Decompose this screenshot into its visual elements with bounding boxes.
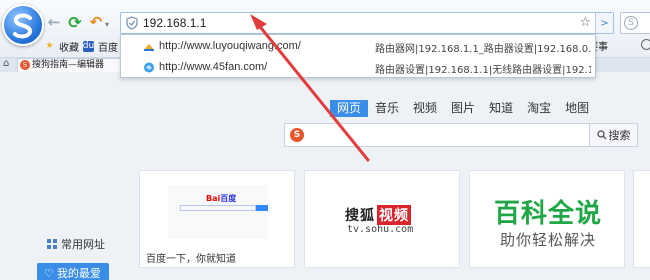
- my-favorites-button[interactable]: ♡ 我的最爱: [37, 263, 109, 280]
- baike-subtitle: 助你轻松解决: [499, 231, 596, 249]
- search-icon: [596, 130, 606, 140]
- star-icon: ★: [45, 41, 54, 51]
- page-search-input[interactable]: [309, 127, 579, 143]
- bookmark-favorites[interactable]: 收藏: [59, 39, 79, 54]
- tab-video[interactable]: 视频: [406, 100, 444, 117]
- grid-icon: [47, 239, 57, 249]
- search-engine-icon: S: [624, 16, 638, 30]
- sogou-favicon-icon: S: [20, 60, 30, 70]
- baidu-mini-search-button: [256, 205, 268, 211]
- tab-zhidao[interactable]: 知道: [482, 100, 520, 117]
- speed-dial-sohu-video[interactable]: 搜狐 视频 tv.sohu.com: [304, 170, 460, 268]
- baidu-icon: du: [82, 40, 95, 52]
- suggestion-title: 路由器设置|192.168.1.1|无线路由器设置|192.16...: [375, 65, 591, 76]
- sogou-browser-logo[interactable]: [2, 4, 44, 46]
- speed-dial-partial[interactable]: [633, 170, 650, 268]
- address-input[interactable]: [143, 15, 573, 31]
- sohu-logo: 搜狐 视频: [345, 205, 411, 225]
- suggestion-url: http://www.45fan.com/: [159, 61, 268, 73]
- undo-icon[interactable]: ↶: [88, 13, 104, 31]
- tab-taobao[interactable]: 淘宝: [520, 100, 558, 117]
- address-bar[interactable]: ☆ >: [120, 12, 614, 34]
- suggestion-item[interactable]: http://www.luyouqiwang.com/ 路由器网|192.168…: [121, 36, 595, 57]
- my-favorites-label: 我的最爱: [56, 267, 101, 280]
- tab-web[interactable]: 网页: [330, 100, 369, 117]
- go-chevron-icon[interactable]: >: [595, 13, 613, 33]
- baike-title: 百科全说: [493, 199, 602, 229]
- speed-dial-baidu[interactable]: Bai百度 百度一下，你就知道: [139, 170, 295, 268]
- tab-images[interactable]: 图片: [444, 100, 482, 117]
- baidu-thumbnail: Bai百度: [168, 185, 268, 239]
- suggestion-item[interactable]: http://www.45fan.com/ 路由器设置|192.168.1.1|…: [121, 57, 595, 78]
- globe-icon[interactable]: [641, 39, 650, 50]
- home-icon[interactable]: ⌂: [3, 59, 13, 69]
- tab-music[interactable]: 音乐: [368, 100, 406, 117]
- side-search-box[interactable]: S: [620, 12, 650, 34]
- bookmark-baidu[interactable]: 百度: [98, 39, 118, 54]
- tab-sogou-guide[interactable]: S 搜狗指南—编辑器: [17, 58, 127, 72]
- address-suggestions-dropdown: http://www.luyouqiwang.com/ 路由器网|192.168…: [120, 34, 596, 78]
- search-button[interactable]: 搜索: [590, 123, 638, 147]
- suggestion-title: 路由器网|192.168.1.1_路由器设置|192.168.0.1_...: [375, 44, 591, 55]
- heart-icon: ♡: [44, 266, 54, 280]
- shield-check-icon: [126, 16, 138, 30]
- baidu-mini-search: [180, 205, 256, 211]
- globe-site-icon: [144, 62, 154, 73]
- speed-dial-baike[interactable]: 百科全说 助你轻松解决: [469, 170, 625, 268]
- baidu-mini-logo: Bai百度: [206, 194, 237, 203]
- sogou-logo-icon: S: [290, 128, 304, 142]
- refresh-icon[interactable]: ⟳: [67, 13, 83, 32]
- bookmark-star-icon[interactable]: ☆: [579, 15, 591, 30]
- search-category-tabs: 网页 音乐 视频 图片 知道 淘宝 地图: [330, 100, 596, 117]
- bookmarks-bar: ★ 收藏 du 百度: [44, 38, 118, 54]
- suggestion-url: http://www.luyouqiwang.com/: [159, 40, 301, 52]
- sohu-url: tv.sohu.com: [347, 224, 414, 235]
- back-arrow-icon[interactable]: ←: [46, 13, 62, 31]
- tab-map[interactable]: 地图: [558, 100, 596, 117]
- speed-dial-caption: 百度一下，你就知道: [146, 254, 236, 265]
- common-sites-link[interactable]: 常用网址: [47, 236, 105, 252]
- page-search-box[interactable]: S: [284, 123, 590, 147]
- common-sites-label: 常用网址: [61, 238, 105, 251]
- tab-label: 搜狗指南—编辑器: [32, 60, 105, 70]
- sogou-s-icon: [13, 13, 33, 39]
- router-site-icon: [144, 44, 154, 51]
- search-button-label: 搜索: [608, 129, 631, 142]
- chevron-down-icon[interactable]: ▾: [103, 16, 111, 32]
